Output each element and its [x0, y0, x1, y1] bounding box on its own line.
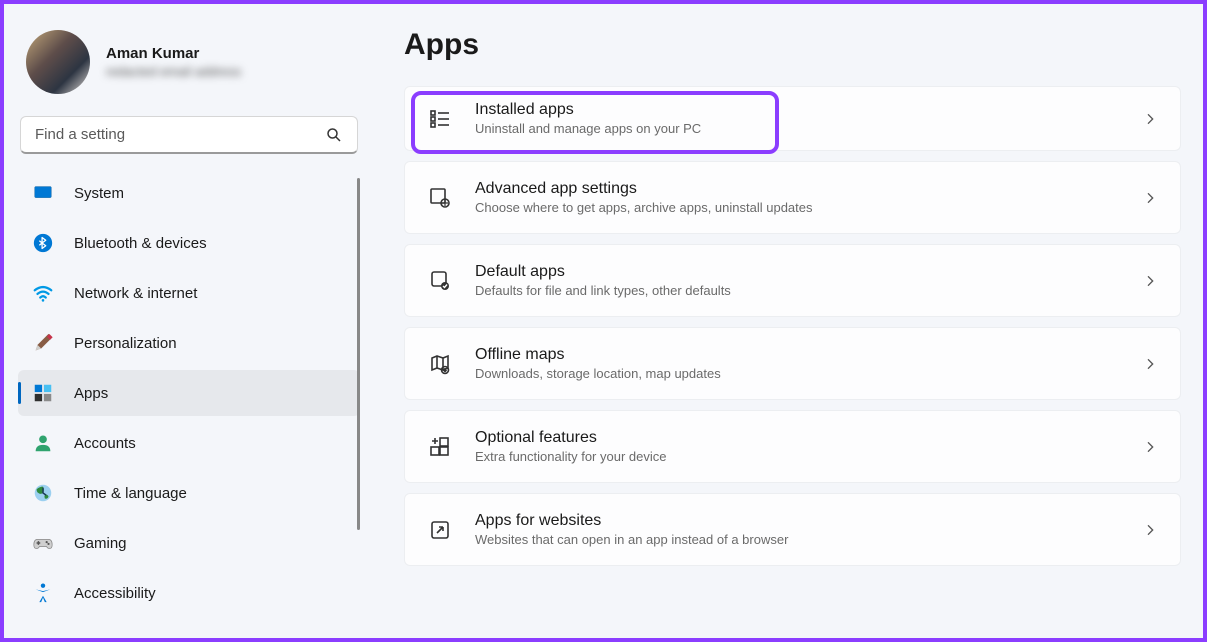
card-body: Optional features Extra functionality fo…: [475, 429, 1120, 464]
card-desc: Defaults for file and link types, other …: [475, 283, 1120, 298]
card-body: Apps for websites Websites that can open…: [475, 512, 1120, 547]
default-apps-icon: [427, 268, 453, 294]
sidebar-item-label: Accessibility: [74, 585, 156, 602]
settings-cards: Installed apps Uninstall and manage apps…: [404, 86, 1181, 566]
search-icon: [325, 126, 343, 144]
personalization-icon: [32, 332, 54, 354]
sidebar-item-label: Accounts: [74, 435, 136, 452]
sidebar-nav: System Bluetooth & devices Network & int…: [18, 170, 360, 638]
accessibility-icon: [32, 582, 54, 604]
sidebar-item-label: Bluetooth & devices: [74, 235, 207, 252]
card-desc: Websites that can open in an app instead…: [475, 532, 1120, 547]
time-icon: [32, 482, 54, 504]
card-title: Apps for websites: [475, 512, 1120, 530]
card-optional-features[interactable]: Optional features Extra functionality fo…: [404, 410, 1181, 483]
installed-apps-icon: [427, 106, 453, 132]
card-offline-maps[interactable]: Offline maps Downloads, storage location…: [404, 327, 1181, 400]
card-title: Offline maps: [475, 346, 1120, 364]
avatar: [26, 30, 90, 94]
sidebar-item-system[interactable]: System: [18, 170, 360, 216]
sidebar-item-label: System: [74, 185, 124, 202]
chevron-right-icon: [1142, 439, 1158, 455]
card-title: Advanced app settings: [475, 180, 1120, 198]
sidebar: Aman Kumar redacted email address System…: [4, 4, 374, 638]
card-body: Advanced app settings Choose where to ge…: [475, 180, 1120, 215]
sidebar-item-apps[interactable]: Apps: [18, 370, 360, 416]
search-box[interactable]: [20, 116, 358, 154]
card-body: Default apps Defaults for file and link …: [475, 263, 1120, 298]
card-title: Optional features: [475, 429, 1120, 447]
bluetooth-icon: [32, 232, 54, 254]
sidebar-item-network[interactable]: Network & internet: [18, 270, 360, 316]
profile-info: Aman Kumar redacted email address: [106, 45, 241, 79]
accounts-icon: [32, 432, 54, 454]
card-body: Offline maps Downloads, storage location…: [475, 346, 1120, 381]
card-default-apps[interactable]: Default apps Defaults for file and link …: [404, 244, 1181, 317]
chevron-right-icon: [1142, 356, 1158, 372]
sidebar-item-bluetooth[interactable]: Bluetooth & devices: [18, 220, 360, 266]
chevron-right-icon: [1142, 190, 1158, 206]
advanced-settings-icon: [427, 185, 453, 211]
sidebar-item-label: Time & language: [74, 485, 187, 502]
card-title: Default apps: [475, 263, 1120, 281]
card-desc: Uninstall and manage apps on your PC: [475, 121, 1120, 136]
sidebar-item-label: Gaming: [74, 535, 127, 552]
sidebar-item-label: Network & internet: [74, 285, 197, 302]
sidebar-item-time-language[interactable]: Time & language: [18, 470, 360, 516]
card-desc: Downloads, storage location, map updates: [475, 366, 1120, 381]
profile-name: Aman Kumar: [106, 45, 241, 62]
apps-icon: [32, 382, 54, 404]
system-icon: [32, 182, 54, 204]
sidebar-item-accessibility[interactable]: Accessibility: [18, 570, 360, 616]
card-body: Installed apps Uninstall and manage apps…: [475, 101, 1120, 136]
page-title: Apps: [404, 28, 1181, 62]
card-desc: Extra functionality for your device: [475, 449, 1120, 464]
gaming-icon: [32, 532, 54, 554]
card-title: Installed apps: [475, 101, 1120, 119]
card-desc: Choose where to get apps, archive apps, …: [475, 200, 1120, 215]
apps-for-websites-icon: [427, 517, 453, 543]
card-apps-for-websites[interactable]: Apps for websites Websites that can open…: [404, 493, 1181, 566]
sidebar-item-label: Personalization: [74, 335, 177, 352]
sidebar-item-personalization[interactable]: Personalization: [18, 320, 360, 366]
sidebar-item-accounts[interactable]: Accounts: [18, 420, 360, 466]
optional-features-icon: [427, 434, 453, 460]
search-input[interactable]: [35, 126, 325, 143]
main-content: Apps Installed apps Uninstall and manage…: [374, 4, 1203, 638]
card-installed-apps[interactable]: Installed apps Uninstall and manage apps…: [404, 86, 1181, 151]
chevron-right-icon: [1142, 273, 1158, 289]
chevron-right-icon: [1142, 111, 1158, 127]
profile-email: redacted email address: [106, 64, 241, 79]
sidebar-item-gaming[interactable]: Gaming: [18, 520, 360, 566]
profile-section[interactable]: Aman Kumar redacted email address: [18, 22, 360, 112]
network-icon: [32, 282, 54, 304]
sidebar-item-label: Apps: [74, 385, 108, 402]
chevron-right-icon: [1142, 522, 1158, 538]
card-advanced-app-settings[interactable]: Advanced app settings Choose where to ge…: [404, 161, 1181, 234]
offline-maps-icon: [427, 351, 453, 377]
